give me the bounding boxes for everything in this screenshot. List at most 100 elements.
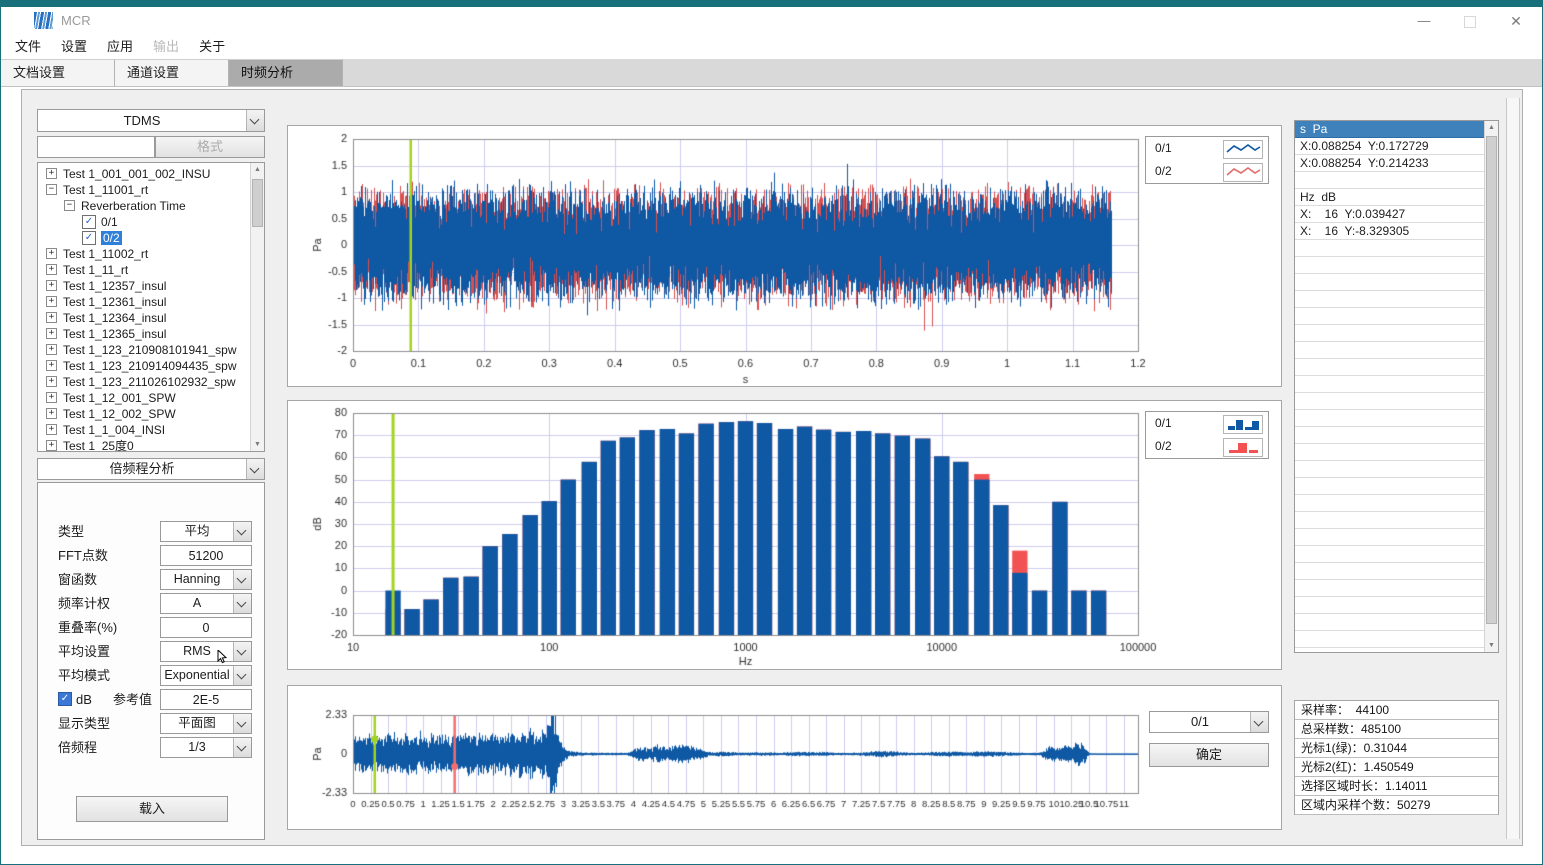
expand-icon[interactable]: + [46, 312, 57, 323]
expand-icon[interactable]: + [46, 376, 57, 387]
list-scrollbar-thumb[interactable] [1486, 136, 1497, 624]
tree-item[interactable]: + Test 1_12364_insul [40, 309, 250, 325]
chevron-down-icon[interactable] [233, 642, 251, 661]
expand-icon[interactable]: + [46, 280, 57, 291]
tree-item[interactable]: −Test 1_11001_rt [40, 181, 250, 197]
scroll-up-icon[interactable]: ▲ [251, 163, 264, 176]
expand-icon[interactable]: + [46, 328, 57, 339]
tree-item-label[interactable]: Reverberation Time [81, 199, 186, 213]
form-select-9[interactable]: 1/3 [160, 737, 252, 758]
tree-item-label[interactable]: 0/1 [101, 215, 118, 229]
chevron-down-icon[interactable] [233, 666, 251, 685]
expand-icon[interactable]: + [46, 264, 57, 275]
tree-item-label[interactable]: Test 1_123_210908101941_spw [63, 343, 236, 357]
expand-icon[interactable]: + [46, 344, 57, 355]
third-octave-spectrum-chart[interactable] [288, 401, 1281, 669]
tree-item-label[interactable]: Test 1_123_210914094435_spw [63, 359, 236, 373]
form-select-3[interactable]: A [160, 593, 252, 614]
values-list-row[interactable]: Hz dB [1295, 189, 1485, 206]
expand-icon[interactable]: + [46, 360, 57, 371]
legend-row[interactable]: 0/2 [1146, 160, 1268, 183]
tree-item-label[interactable]: Test 1_12_002_SPW [63, 407, 176, 421]
values-list-row[interactable] [1295, 172, 1485, 189]
form-select-6[interactable]: Exponential [160, 665, 252, 686]
tree-item-label[interactable]: Test 1_12365_insul [63, 327, 166, 341]
chevron-down-icon[interactable] [233, 570, 251, 589]
form-input-7[interactable] [160, 689, 252, 710]
tree-item[interactable]: + Test 1_11_rt [40, 261, 250, 277]
tree-item-label[interactable]: Test 1_11002_rt [63, 247, 148, 261]
tree-item-label[interactable]: Test 1_25度0 [63, 439, 134, 452]
tree-item-label[interactable]: Test 1_001_001_002_INSU [63, 167, 210, 181]
tree-item[interactable]: +Test 1_12357_insul [40, 277, 250, 293]
tab-2[interactable]: 时频分析 [229, 59, 343, 86]
form-input-1[interactable] [160, 545, 252, 566]
values-list-row[interactable]: X:0.088254 Y:0.214233 [1295, 155, 1485, 172]
values-list-row[interactable]: X:0.088254 Y:0.172729 [1295, 138, 1485, 155]
expand-icon[interactable]: + [46, 296, 57, 307]
channel-checkbox[interactable]: ✓ [82, 215, 96, 229]
time-waveform-chart[interactable] [288, 126, 1281, 386]
channel-checkbox[interactable]: ✓ [82, 231, 96, 245]
tree-item[interactable]: +Test 1_11002_rt [40, 245, 250, 261]
form-input-4[interactable] [160, 617, 252, 638]
chevron-down-icon[interactable] [1250, 712, 1268, 732]
form-select-8[interactable]: 平面图 [160, 713, 252, 734]
scroll-up-icon[interactable]: ▲ [1485, 121, 1498, 134]
tree-item-label[interactable]: Test 1_1_004_INSI [63, 423, 165, 437]
tree-item[interactable]: + Test 1_1_004_INSI [40, 421, 250, 437]
menu-item-1[interactable]: 设置 [61, 35, 87, 59]
menu-item-4[interactable]: 关于 [199, 35, 225, 59]
expand-icon[interactable]: + [46, 168, 57, 179]
list-scrollbar[interactable]: ▲ ▼ [1484, 121, 1498, 652]
tree-item[interactable]: + Test 1_001_001_002_INSU [40, 165, 250, 181]
values-list-header[interactable]: s Pa [1295, 121, 1485, 138]
tree-item[interactable]: + Test 1_123_210908101941_spw [40, 341, 250, 357]
form-select-0[interactable]: 平均 [160, 521, 252, 542]
overview-waveform-chart[interactable] [288, 686, 1281, 829]
analysis-type-combo[interactable]: 倍频程分析 [37, 458, 265, 480]
minimize-icon[interactable]: — [1406, 7, 1442, 35]
tree-item[interactable]: + Test 1_12361_insul [40, 293, 250, 309]
tree-scrollbar-thumb[interactable] [252, 179, 263, 227]
expand-icon[interactable]: + [46, 408, 57, 419]
values-list-row[interactable]: X: 16 Y:-8.329305 [1295, 223, 1485, 240]
tree-item-label[interactable]: Test 1_123_211026102932_spw [63, 375, 236, 389]
collapse-icon[interactable]: − [46, 184, 57, 195]
expand-icon[interactable]: + [46, 424, 57, 435]
chevron-down-icon[interactable] [233, 594, 251, 613]
expand-icon[interactable]: + [46, 440, 57, 451]
db-checkbox[interactable]: ✓ [58, 692, 72, 706]
legend-row[interactable]: 0/1 [1146, 137, 1268, 160]
menu-item-2[interactable]: 应用 [107, 35, 133, 59]
tree-item-label[interactable]: Test 1_12364_insul [63, 311, 166, 325]
tab-1[interactable]: 通道设置 [115, 59, 229, 86]
tree-item[interactable]: + Test 1_12365_insul [40, 325, 250, 341]
values-list-row[interactable]: X: 16 Y:0.039427 [1295, 206, 1485, 223]
chevron-down-icon[interactable] [246, 459, 264, 479]
legend-row[interactable]: 0/2 [1146, 435, 1268, 458]
menu-item-0[interactable]: 文件 [15, 35, 41, 59]
tab-0[interactable]: 文档设置 [1, 59, 115, 86]
tree-item-label[interactable]: Test 1_12361_insul [63, 295, 166, 309]
chevron-down-icon[interactable] [233, 522, 251, 541]
form-select-5[interactable]: RMS [160, 641, 252, 662]
form-select-2[interactable]: Hanning [160, 569, 252, 590]
filter-input[interactable] [37, 136, 155, 158]
tree-item-label[interactable]: Test 1_12_001_SPW [63, 391, 176, 405]
legend-row[interactable]: 0/1 [1146, 412, 1268, 435]
expand-icon[interactable]: + [46, 392, 57, 403]
tree-item[interactable]: −Reverberation Time [40, 197, 250, 213]
tree-item[interactable]: + Test 1_12_001_SPW [40, 389, 250, 405]
tree-item[interactable]: ✓0/2 [40, 229, 250, 245]
tree-item[interactable]: + Test 1_123_210914094435_spw [40, 357, 250, 373]
chevron-down-icon[interactable] [246, 110, 264, 131]
scroll-down-icon[interactable]: ▼ [1485, 639, 1498, 652]
tree-item[interactable]: + Test 1_12_002_SPW [40, 405, 250, 421]
load-button[interactable]: 载入 [76, 796, 228, 822]
collapse-icon[interactable]: − [64, 200, 75, 211]
tree-item-label[interactable]: Test 1_11_rt [63, 263, 128, 277]
file-format-combo[interactable]: TDMS [37, 109, 265, 132]
chevron-down-icon[interactable] [233, 738, 251, 757]
channel-combo[interactable]: 0/1 [1149, 711, 1269, 733]
